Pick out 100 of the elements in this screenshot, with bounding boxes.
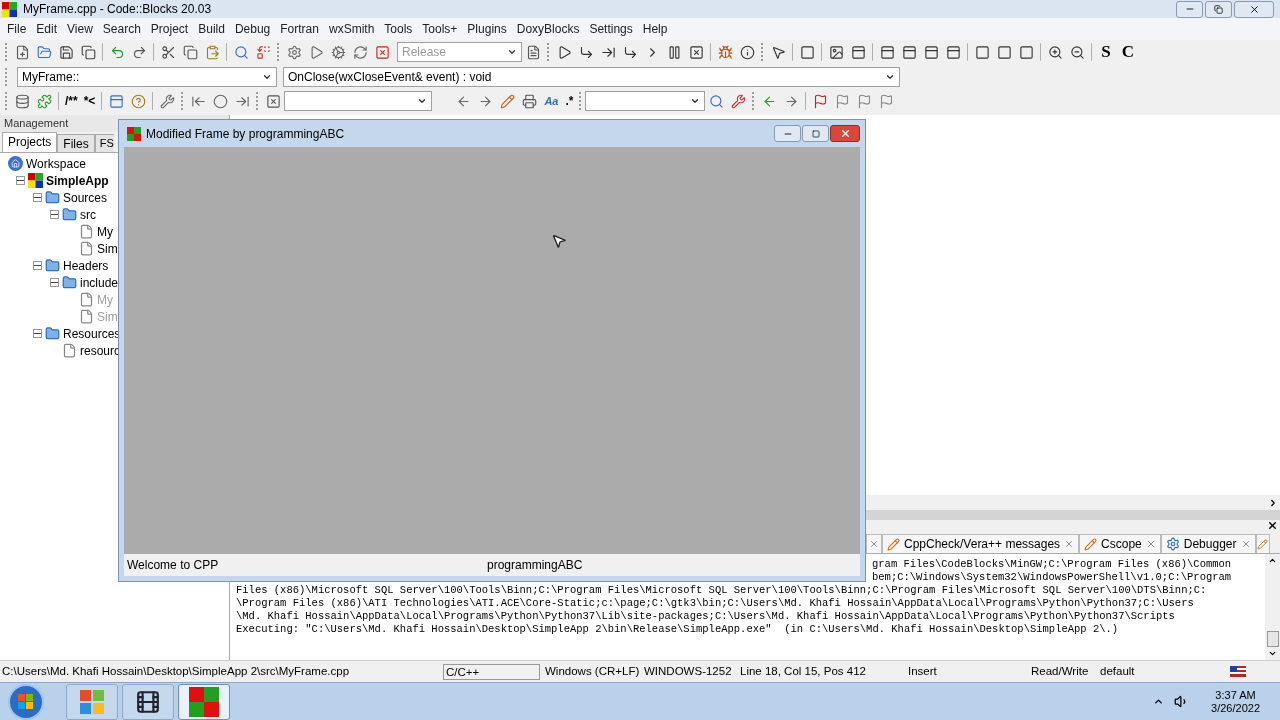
scope-dropdown[interactable]: MyFrame:: <box>17 66 277 87</box>
maximize-button[interactable] <box>1205 0 1232 18</box>
scroll-thumb[interactable] <box>1266 631 1279 647</box>
tree-item[interactable]: My <box>97 222 113 241</box>
expander-icon[interactable] <box>50 210 59 219</box>
scroll-up-icon[interactable] <box>1268 556 1277 565</box>
menu-item[interactable]: File <box>2 20 32 38</box>
flag-icon <box>1230 666 1246 677</box>
project-icon <box>28 173 43 188</box>
expander-icon[interactable] <box>33 329 42 338</box>
folder-icon <box>45 258 60 273</box>
tree-item[interactable]: Sim <box>97 239 118 258</box>
expander-icon[interactable] <box>33 193 42 202</box>
start-button[interactable] <box>8 683 44 720</box>
close-icon <box>1248 3 1260 15</box>
tree-item[interactable]: src <box>80 205 96 224</box>
film-icon <box>135 688 161 715</box>
expander-icon[interactable] <box>33 261 42 270</box>
file-icon <box>79 241 94 256</box>
restore-icon <box>1214 4 1223 14</box>
project-icon <box>2 1 17 17</box>
vertical-scrollbar[interactable] <box>1265 554 1280 660</box>
clock-date: 3/26/2022 <box>1211 701 1260 715</box>
app-window-title: Modified Frame by programmingABC <box>146 125 345 143</box>
toolbar-label[interactable]: S <box>1095 39 1117 65</box>
status-line-endings: Windows (CR+LF) <box>544 663 641 679</box>
folder-icon <box>62 275 77 290</box>
minimize-button[interactable] <box>774 125 801 142</box>
workspace-icon <box>8 156 23 171</box>
window-title: MyFrame.cpp - Code::Blocks 20.03 <box>23 1 212 18</box>
file-icon <box>79 292 94 307</box>
caret-icon[interactable] <box>507 47 517 57</box>
menu-item[interactable]: Tools <box>379 20 418 38</box>
app-status-text: programmingABC <box>486 557 583 574</box>
folder-icon <box>45 326 60 341</box>
menu-item[interactable]: Build <box>193 20 230 38</box>
close-icon <box>839 128 851 139</box>
menu-item[interactable]: Search <box>97 20 146 38</box>
function-dropdown[interactable]: OnClose(wxCloseEvent& event) : void <box>283 66 900 87</box>
tree-item[interactable]: Sources <box>63 188 108 207</box>
menu-item[interactable]: Debug <box>229 20 276 38</box>
maximize-icon <box>811 129 820 138</box>
expander-icon[interactable] <box>50 278 59 287</box>
menu-item[interactable]: Tools+ <box>417 20 463 38</box>
pencil-icon <box>1084 537 1098 551</box>
horizontal-scrollbar[interactable] <box>866 495 1280 510</box>
tree-item[interactable]: Headers <box>63 256 109 275</box>
status-profile: default <box>1100 663 1136 679</box>
panel-title: Management <box>4 116 69 132</box>
log-line: bem;C:\Windows\System32\WindowsPowerShell\v1.0;C:\Program <box>872 571 1232 584</box>
tree-item[interactable]: Workspace <box>26 154 86 173</box>
menu-item[interactable]: Project <box>145 20 194 38</box>
menu-item[interactable]: wxSmith <box>323 20 380 38</box>
panel-tab[interactable]: Projects <box>2 132 58 152</box>
toolbar-label[interactable]: C <box>1117 39 1139 65</box>
app-status-text: Welcome to CPP <box>126 557 220 574</box>
menu-item[interactable]: Help <box>637 20 673 38</box>
status-mode: Insert <box>908 663 938 679</box>
pencil-icon <box>887 537 900 551</box>
log-tab[interactable]: Cscope <box>1079 534 1161 553</box>
close-button[interactable] <box>830 125 860 142</box>
log-tab[interactable]: CppCheck/Vera++ messages <box>882 534 1080 553</box>
toolbar-label[interactable]: *< <box>80 92 99 110</box>
menu-item[interactable]: Edit <box>31 20 63 38</box>
tree-item[interactable]: include <box>80 273 119 292</box>
folder-icon <box>45 190 60 205</box>
status-access: Read/Write <box>1031 663 1090 679</box>
log-line: gram Files\CodeBlocks\MinGW;C:\Program Files (x86)\Common <box>872 558 1232 571</box>
menu-item[interactable]: Fortran <box>275 20 324 38</box>
minimize-button[interactable] <box>1176 0 1203 18</box>
caret-icon[interactable] <box>417 96 428 106</box>
toolbar-label[interactable]: Aa <box>540 92 563 110</box>
status-path: C:\Users\Md. Khafi Hossain\Desktop\SimpleApp 2\src\MyFrame.cpp <box>1 663 351 679</box>
scroll-down-icon[interactable] <box>1268 649 1277 658</box>
taskbar-app[interactable] <box>122 683 174 720</box>
status-encoding: WINDOWS-1252 <box>644 663 733 679</box>
status-position: Line 18, Col 15, Pos 412 <box>740 663 867 679</box>
panel-tab[interactable]: Files <box>57 134 95 152</box>
pencil-icon <box>1256 538 1268 550</box>
gear-icon <box>1165 537 1180 551</box>
log-tab[interactable]: Debugger <box>1160 534 1256 553</box>
menu-item[interactable]: Plugins <box>462 20 512 38</box>
tree-item[interactable]: Resources <box>63 324 121 343</box>
menu-item[interactable]: Settings <box>584 20 638 38</box>
close-icon[interactable] <box>1267 520 1278 531</box>
toolbar-label[interactable]: /** <box>62 92 81 110</box>
log-line: Files (x86)\Microsoft SQL Server\100\Tools\Binn;C:\Program Files\Microsoft SQL Server\100\Tools\Binn;C:\Program Files\Microsoft SQL Server\100\DTS\Binn;C: <box>236 584 1207 597</box>
tree-item[interactable]: SimpleApp <box>46 171 109 190</box>
scroll-right-icon[interactable] <box>1268 497 1278 508</box>
log-line: \Program Files (x86)\ATI Technologies\ATI.ACE\Core-Static;c:\page;C:\gtk3\bin;C:\Users\Md. Khafi Hossain\AppData\Local\Programs\Python\Python37;C:\Users <box>236 597 1194 610</box>
tree-item[interactable]: resourc <box>80 341 120 360</box>
menu-item[interactable]: DoxyBlocks <box>511 20 585 38</box>
status-language: C/C++ <box>443 663 540 680</box>
file-icon <box>79 309 94 324</box>
log-line: Executing: "C:\Users\Md. Khafi Hossain\Desktop\SimpleApp 2\bin\Release\SimpleApp.exe" (in C:\Users\Md. Khafi Hossain\Desktop\SimpleApp 2\.) <box>236 623 1119 636</box>
menu-item[interactable]: View <box>62 20 98 38</box>
caret-icon[interactable] <box>690 96 701 106</box>
toolbar-label[interactable]: .* <box>562 92 577 110</box>
expander-icon[interactable] <box>16 176 25 185</box>
panel-tab[interactable]: FS <box>94 134 114 152</box>
